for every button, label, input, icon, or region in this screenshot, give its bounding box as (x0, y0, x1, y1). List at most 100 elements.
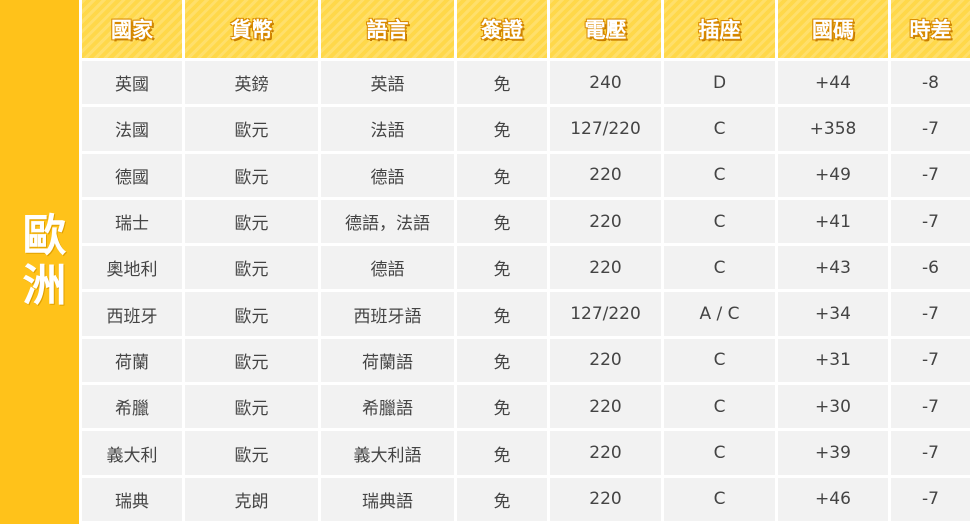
table-row: 瑞士 歐元 德語，法語 免 220 C +41 -7 (82, 199, 970, 247)
cell-plug: C (664, 431, 775, 478)
cell-voltage: 220 (550, 199, 661, 247)
cell-country-code: +30 (778, 385, 888, 432)
header-currency: 貨幣 (185, 0, 318, 61)
cell-visa: 免 (457, 246, 547, 293)
cell-country-code: +358 (778, 107, 888, 154)
cell-country-code: +41 (778, 199, 888, 247)
header-plug: 插座 (664, 0, 775, 61)
table-row: 義大利 歐元 義大利語 免 220 C +39 -7 (82, 431, 970, 478)
cell-currency: 歐元 (185, 338, 318, 386)
header-country: 國家 (82, 0, 182, 61)
cell-voltage: 220 (550, 338, 661, 386)
cell-currency: 歐元 (185, 107, 318, 154)
country-info-table: 國家 貨幣 語言 簽證 電壓 插座 國碼 時差 英國 英鎊 英語 免 240 D… (79, 0, 970, 524)
cell-visa: 免 (457, 107, 547, 154)
table-row: 奧地利 歐元 德語 免 220 C +43 -6 (82, 246, 970, 293)
table-row: 西班牙 歐元 西班牙語 免 127/220 A / C +34 -7 (82, 292, 970, 339)
cell-country-code: +31 (778, 338, 888, 386)
table-row: 希臘 歐元 希臘語 免 220 C +30 -7 (82, 385, 970, 432)
table-row: 英國 英鎊 英語 免 240 D +44 -8 (82, 61, 970, 108)
cell-visa: 免 (457, 477, 547, 524)
cell-plug: A / C (664, 292, 775, 339)
cell-voltage: 220 (550, 153, 661, 200)
cell-visa: 免 (457, 199, 547, 247)
cell-currency: 歐元 (185, 199, 318, 247)
cell-time-difference: -7 (891, 107, 970, 154)
cell-language: 德語 (321, 246, 454, 293)
cell-plug: C (664, 153, 775, 200)
cell-visa: 免 (457, 338, 547, 386)
table-row: 瑞典 克朗 瑞典語 免 220 C +46 -7 (82, 477, 970, 524)
region-sidebar: 歐洲 (0, 0, 79, 524)
cell-country-code: +46 (778, 477, 888, 524)
cell-language: 希臘語 (321, 385, 454, 432)
cell-voltage: 220 (550, 385, 661, 432)
cell-voltage: 220 (550, 246, 661, 293)
cell-language: 德語，法語 (321, 199, 454, 247)
cell-country: 瑞士 (82, 199, 182, 247)
cell-currency: 歐元 (185, 246, 318, 293)
cell-voltage: 240 (550, 61, 661, 108)
header-time-difference: 時差 (891, 0, 970, 61)
cell-currency: 克朗 (185, 477, 318, 524)
cell-country-code: +49 (778, 153, 888, 200)
cell-visa: 免 (457, 292, 547, 339)
cell-country: 希臘 (82, 385, 182, 432)
cell-time-difference: -7 (891, 153, 970, 200)
table-row: 荷蘭 歐元 荷蘭語 免 220 C +31 -7 (82, 338, 970, 386)
travel-info-table-container: 歐洲 國家 貨幣 語言 簽證 電壓 插座 國碼 時差 英國 英鎊 英語 免 24… (0, 0, 970, 524)
cell-voltage: 220 (550, 431, 661, 478)
cell-time-difference: -7 (891, 292, 970, 339)
cell-currency: 歐元 (185, 153, 318, 200)
header-visa: 簽證 (457, 0, 547, 61)
cell-currency: 歐元 (185, 292, 318, 339)
cell-country-code: +44 (778, 61, 888, 108)
cell-plug: C (664, 199, 775, 247)
cell-currency: 歐元 (185, 431, 318, 478)
cell-country: 法國 (82, 107, 182, 154)
cell-country: 瑞典 (82, 477, 182, 524)
cell-time-difference: -7 (891, 477, 970, 524)
cell-plug: C (664, 385, 775, 432)
cell-country-code: +43 (778, 246, 888, 293)
cell-time-difference: -7 (891, 431, 970, 478)
header-row: 國家 貨幣 語言 簽證 電壓 插座 國碼 時差 (82, 0, 970, 61)
cell-plug: C (664, 246, 775, 293)
cell-country-code: +39 (778, 431, 888, 478)
cell-voltage: 127/220 (550, 292, 661, 339)
cell-country: 西班牙 (82, 292, 182, 339)
cell-plug: C (664, 477, 775, 524)
cell-time-difference: -7 (891, 199, 970, 247)
cell-visa: 免 (457, 385, 547, 432)
cell-visa: 免 (457, 153, 547, 200)
cell-plug: C (664, 338, 775, 386)
cell-language: 德語 (321, 153, 454, 200)
cell-country: 荷蘭 (82, 338, 182, 386)
cell-country: 義大利 (82, 431, 182, 478)
cell-country: 德國 (82, 153, 182, 200)
cell-time-difference: -8 (891, 61, 970, 108)
table-row: 法國 歐元 法語 免 127/220 C +358 -7 (82, 107, 970, 154)
header-voltage: 電壓 (550, 0, 661, 61)
cell-language: 義大利語 (321, 431, 454, 478)
cell-visa: 免 (457, 61, 547, 108)
cell-country-code: +34 (778, 292, 888, 339)
cell-language: 英語 (321, 61, 454, 108)
cell-time-difference: -7 (891, 338, 970, 386)
cell-country: 奧地利 (82, 246, 182, 293)
cell-currency: 歐元 (185, 385, 318, 432)
cell-language: 荷蘭語 (321, 338, 454, 386)
cell-voltage: 220 (550, 477, 661, 524)
cell-time-difference: -6 (891, 246, 970, 293)
cell-plug: C (664, 107, 775, 154)
cell-currency: 英鎊 (185, 61, 318, 108)
table-row: 德國 歐元 德語 免 220 C +49 -7 (82, 153, 970, 200)
cell-language: 西班牙語 (321, 292, 454, 339)
cell-visa: 免 (457, 431, 547, 478)
header-language: 語言 (321, 0, 454, 61)
cell-language: 瑞典語 (321, 477, 454, 524)
cell-language: 法語 (321, 107, 454, 154)
cell-time-difference: -7 (891, 385, 970, 432)
cell-country: 英國 (82, 61, 182, 108)
region-label: 歐洲 (14, 212, 66, 312)
